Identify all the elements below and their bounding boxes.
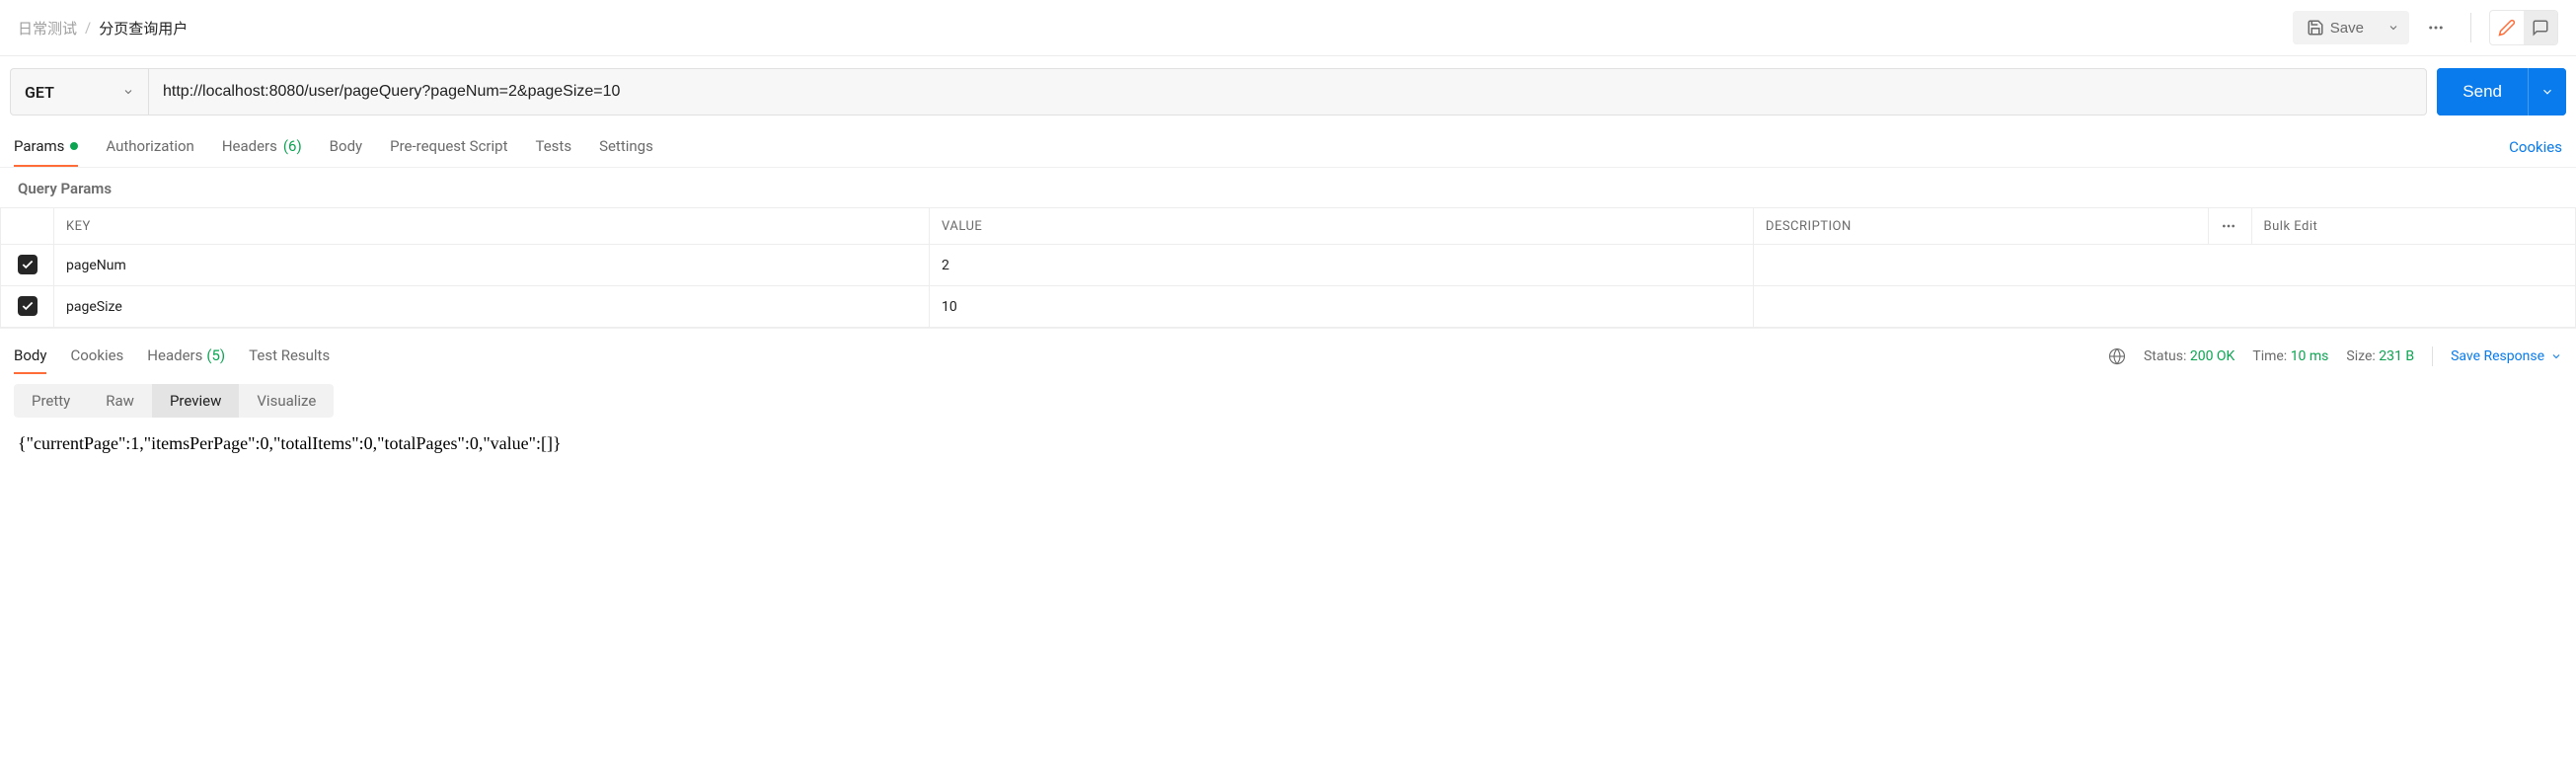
size-label: Size: <box>2346 348 2375 364</box>
param-description-cell[interactable] <box>1753 286 2575 328</box>
tab-params-label: Params <box>14 137 64 155</box>
time-value: 10 ms <box>2291 348 2329 364</box>
tab-tests[interactable]: Tests <box>535 127 571 167</box>
http-method-select[interactable]: GET <box>11 69 149 115</box>
chevron-down-icon <box>2387 22 2399 34</box>
http-method-value: GET <box>25 83 54 102</box>
time-meta: Time: 10 ms <box>2252 348 2328 364</box>
more-options-button[interactable] <box>2419 11 2453 44</box>
tab-headers[interactable]: Headers (6) <box>222 127 302 167</box>
param-description-cell[interactable] <box>1753 245 2575 286</box>
save-label: Save <box>2330 20 2364 37</box>
response-tab-headers-label: Headers <box>147 346 202 364</box>
save-dropdown-button[interactable] <box>2378 11 2409 44</box>
value-column-header: VALUE <box>930 208 1754 245</box>
tab-settings[interactable]: Settings <box>599 127 653 167</box>
tab-headers-count: (6) <box>283 137 302 155</box>
dots-horizontal-icon <box>2427 19 2445 37</box>
response-body-content: {"currentPage":1,"itemsPerPage":0,"total… <box>0 427 2576 474</box>
response-tab-cookies[interactable]: Cookies <box>70 339 123 374</box>
size-meta: Size: 231 B <box>2346 348 2414 364</box>
more-column-header[interactable] <box>2208 208 2251 245</box>
param-value-cell[interactable]: 2 <box>930 245 1754 286</box>
comment-button[interactable] <box>2524 11 2557 44</box>
breadcrumb: 日常测试 / 分页查询用户 <box>18 18 188 38</box>
comment-icon <box>2532 19 2549 37</box>
param-key-cell[interactable]: pageSize <box>54 286 930 328</box>
divider <box>2470 13 2471 42</box>
breadcrumb-current: 分页查询用户 <box>99 18 188 38</box>
pencil-icon <box>2498 19 2516 37</box>
send-dropdown-button[interactable] <box>2528 68 2566 115</box>
status-value: 200 OK <box>2190 348 2235 364</box>
status-meta: Status: 200 OK <box>2144 348 2235 364</box>
row-checkbox[interactable] <box>18 255 38 274</box>
tab-headers-label: Headers <box>222 137 277 155</box>
globe-icon[interactable] <box>2108 347 2126 365</box>
view-mode-preview[interactable]: Preview <box>152 384 239 418</box>
response-tab-body[interactable]: Body <box>14 339 46 374</box>
url-input[interactable] <box>149 69 2426 115</box>
view-mode-visualize[interactable]: Visualize <box>239 384 334 418</box>
params-active-dot-icon <box>70 142 78 150</box>
status-label: Status: <box>2144 348 2186 364</box>
size-value: 231 B <box>2379 348 2414 364</box>
bulk-edit-button[interactable]: Bulk Edit <box>2251 208 2575 245</box>
tab-body[interactable]: Body <box>330 127 362 167</box>
view-mode-raw[interactable]: Raw <box>88 384 152 418</box>
response-tab-headers[interactable]: Headers (5) <box>147 339 225 374</box>
view-mode-pretty[interactable]: Pretty <box>14 384 88 418</box>
save-icon <box>2307 19 2324 37</box>
query-params-table: KEY VALUE DESCRIPTION Bulk Edit pageNum … <box>0 207 2576 328</box>
tab-authorization[interactable]: Authorization <box>106 127 193 167</box>
breadcrumb-separator: / <box>85 19 91 37</box>
cookies-link[interactable]: Cookies <box>2509 138 2562 156</box>
divider <box>2432 346 2433 366</box>
breadcrumb-parent[interactable]: 日常测试 <box>18 18 77 38</box>
time-label: Time: <box>2252 348 2287 364</box>
save-response-button[interactable]: Save Response <box>2451 348 2562 364</box>
view-mode-tabs: Pretty Raw Preview Visualize <box>14 384 334 418</box>
chevron-down-icon <box>122 86 134 98</box>
edit-button[interactable] <box>2490 11 2524 44</box>
key-column-header: KEY <box>54 208 930 245</box>
table-row: pageSize 10 <box>1 286 2576 328</box>
send-button[interactable]: Send <box>2437 68 2528 115</box>
table-row: pageNum 2 <box>1 245 2576 286</box>
param-key-cell[interactable]: pageNum <box>54 245 930 286</box>
response-tab-headers-count: (5) <box>206 346 225 364</box>
chevron-down-icon <box>2540 85 2554 99</box>
query-params-title: Query Params <box>0 168 2576 207</box>
save-response-label: Save Response <box>2451 348 2544 364</box>
tab-params[interactable]: Params <box>14 127 78 167</box>
dots-horizontal-icon <box>2221 218 2239 234</box>
tab-prerequest[interactable]: Pre-request Script <box>390 127 507 167</box>
description-column-header: DESCRIPTION <box>1753 208 2208 245</box>
save-button[interactable]: Save <box>2293 11 2378 44</box>
response-tab-test-results[interactable]: Test Results <box>249 339 330 374</box>
row-checkbox[interactable] <box>18 296 38 316</box>
chevron-down-icon <box>2550 350 2562 362</box>
checkbox-column-header <box>1 208 54 245</box>
param-value-cell[interactable]: 10 <box>930 286 1754 328</box>
